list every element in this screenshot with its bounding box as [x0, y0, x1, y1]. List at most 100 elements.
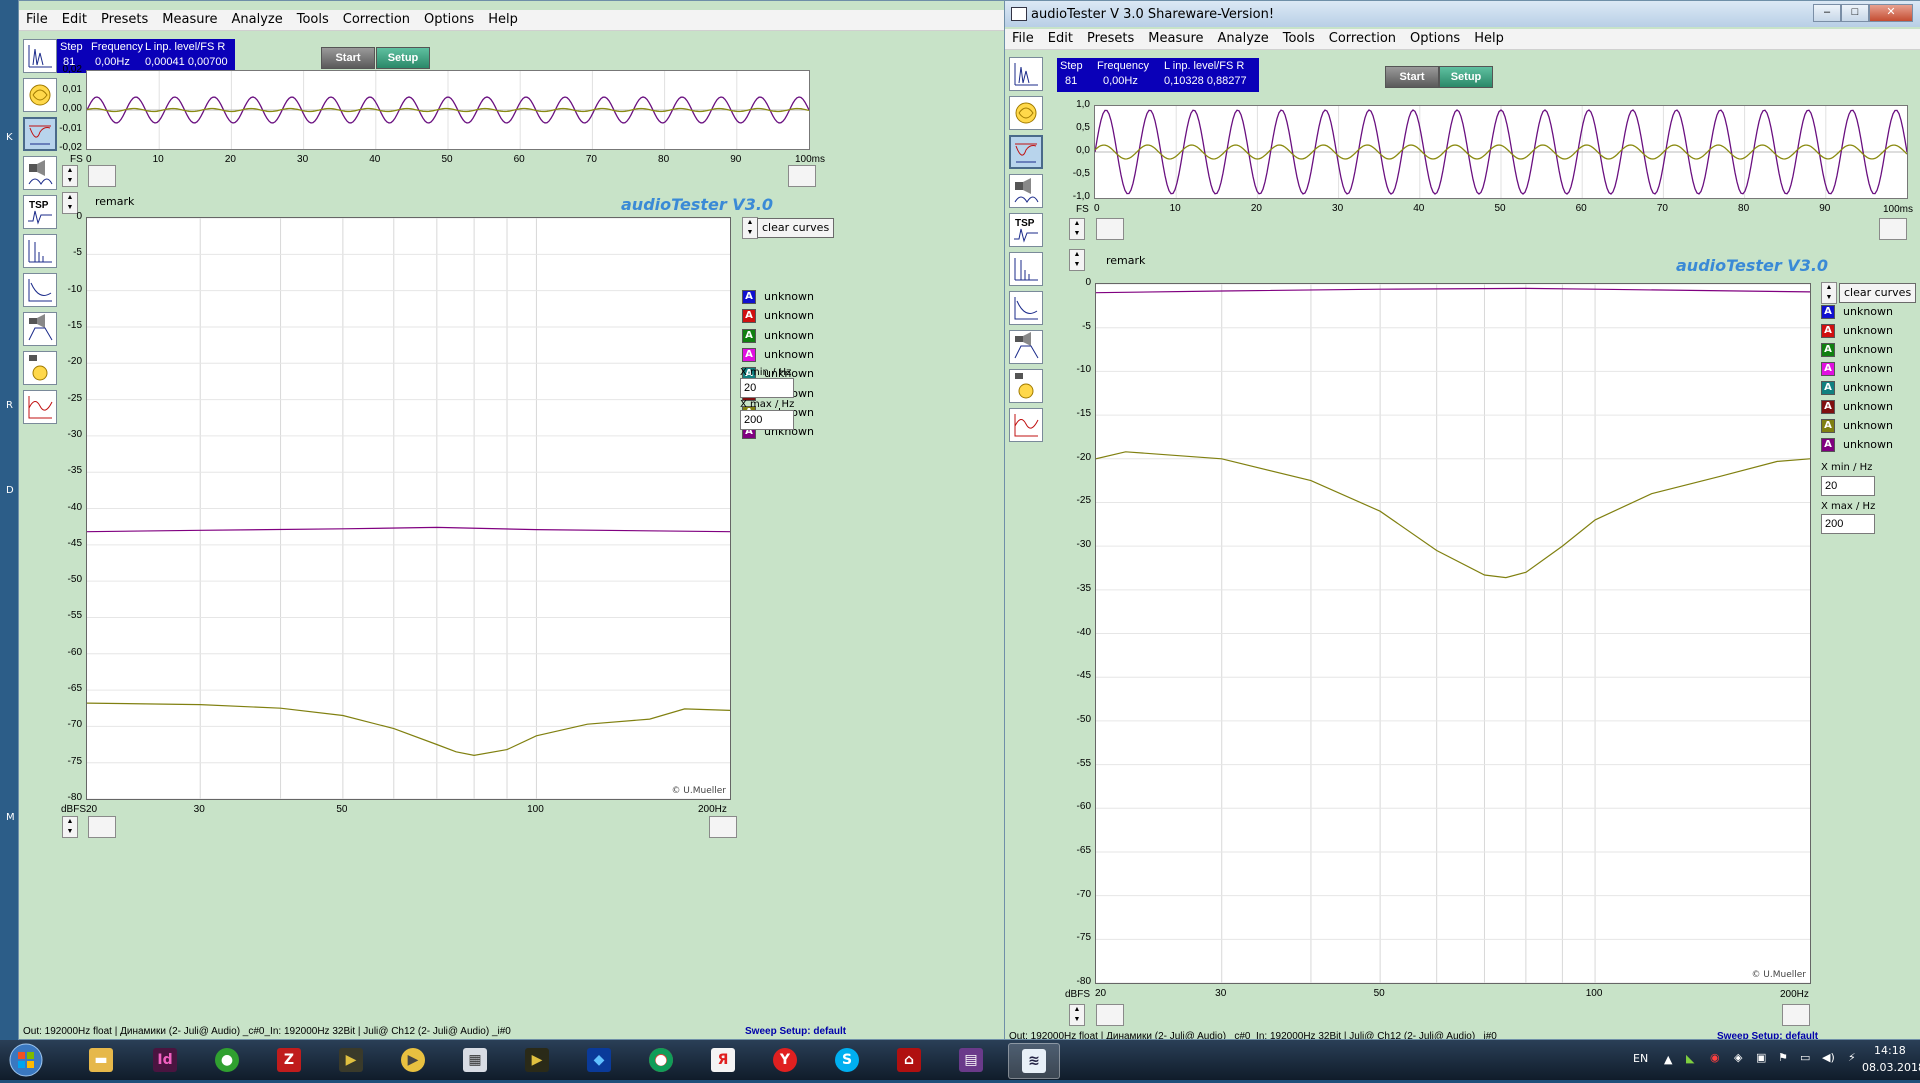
- legend-item[interactable]: Aunknown: [1821, 399, 1911, 415]
- legend-item[interactable]: Aunknown: [1821, 437, 1911, 453]
- plot-scroll-left[interactable]: [1096, 1004, 1124, 1026]
- scope-tool-icon[interactable]: [1009, 57, 1043, 91]
- media-player-taskbar-icon[interactable]: ▶: [388, 1043, 438, 1077]
- legend-item[interactable]: Aunknown: [1821, 304, 1911, 320]
- blue-app-taskbar-icon[interactable]: ◆: [574, 1043, 624, 1077]
- menu-file[interactable]: File: [1005, 29, 1041, 46]
- legend-color-swatch[interactable]: A: [1821, 362, 1835, 376]
- menu-presets[interactable]: Presets: [94, 10, 155, 27]
- legend-item[interactable]: Aunknown: [1821, 418, 1911, 434]
- curve-tool-icon[interactable]: [1009, 291, 1043, 325]
- menu-help[interactable]: Help: [481, 10, 525, 27]
- xy-tool-icon[interactable]: [23, 78, 57, 112]
- plot-zoom-spinner[interactable]: ▲ ▼: [1069, 1004, 1085, 1026]
- legend-item[interactable]: Aunknown: [742, 328, 832, 344]
- scope-scroll-right[interactable]: [788, 165, 816, 187]
- video-editor-taskbar-icon[interactable]: ▶: [326, 1043, 376, 1077]
- menu-analyze[interactable]: Analyze: [225, 10, 290, 27]
- legend-spinner[interactable]: ▲ ▼: [742, 217, 758, 239]
- clock-date[interactable]: 08.03.2018: [1862, 1061, 1920, 1074]
- plot-scroll-left[interactable]: [88, 816, 116, 838]
- legend-color-swatch[interactable]: A: [1821, 324, 1835, 338]
- legend-item[interactable]: Aunknown: [1821, 380, 1911, 396]
- power-tray-icon[interactable]: ⚡: [1848, 1051, 1856, 1064]
- scope-scroll-right[interactable]: [1879, 218, 1907, 240]
- menu-edit[interactable]: Edit: [55, 10, 94, 27]
- yandex-taskbar-icon[interactable]: Я: [698, 1043, 748, 1077]
- legend-color-swatch[interactable]: A: [742, 328, 756, 343]
- menu-correction[interactable]: Correction: [336, 10, 417, 27]
- curve-tool-icon[interactable]: [23, 273, 57, 307]
- explorer-taskbar-icon[interactable]: ▬: [76, 1043, 126, 1077]
- audiotester-taskbar-icon[interactable]: ≋: [1008, 1043, 1060, 1079]
- clear-curves-button[interactable]: clear curves: [1839, 283, 1917, 303]
- scope-scroll-left[interactable]: [1096, 218, 1124, 240]
- legend-color-swatch[interactable]: A: [1821, 343, 1835, 357]
- clock-time[interactable]: 14:18: [1874, 1044, 1906, 1057]
- speaker-filter-tool-icon[interactable]: [23, 312, 57, 346]
- legend-spinner[interactable]: ▲ ▼: [1821, 282, 1837, 304]
- distortion-tool-icon[interactable]: [1009, 408, 1043, 442]
- display-tray-icon[interactable]: ▭: [1800, 1051, 1810, 1064]
- menu-tools[interactable]: Tools: [290, 10, 336, 27]
- speaker-xy-tool-icon[interactable]: [1009, 369, 1043, 403]
- tsp-tool-icon[interactable]: TSP: [23, 195, 57, 229]
- yandex-browser-taskbar-icon[interactable]: Y: [760, 1043, 810, 1077]
- start-button[interactable]: Start: [321, 47, 375, 69]
- close-button[interactable]: ✕: [1869, 4, 1913, 22]
- legend-color-swatch[interactable]: A: [1821, 438, 1835, 452]
- maximize-button[interactable]: □: [1841, 4, 1869, 22]
- setup-button[interactable]: Setup: [1439, 66, 1493, 88]
- menu-tools[interactable]: Tools: [1276, 29, 1322, 46]
- legend-color-swatch[interactable]: A: [1821, 400, 1835, 414]
- start-button[interactable]: Start: [1385, 66, 1439, 88]
- speaker-filter-tool-icon[interactable]: [1009, 330, 1043, 364]
- menu-correction[interactable]: Correction: [1322, 29, 1403, 46]
- speaker-tool-icon[interactable]: [1009, 174, 1043, 208]
- speaker-xy-tool-icon[interactable]: [23, 351, 57, 385]
- usb-tray-icon[interactable]: ◈: [1734, 1051, 1742, 1064]
- menu-help[interactable]: Help: [1467, 29, 1511, 46]
- legend-item[interactable]: Aunknown: [742, 289, 832, 305]
- filezilla-taskbar-icon[interactable]: Z: [264, 1043, 314, 1077]
- calculator-taskbar-icon[interactable]: ▦: [450, 1043, 500, 1077]
- menu-measure[interactable]: Measure: [1141, 29, 1210, 46]
- scope-tool-icon[interactable]: [23, 39, 57, 73]
- menu-edit[interactable]: Edit: [1041, 29, 1080, 46]
- plot-zoom-spinner[interactable]: ▲ ▼: [62, 816, 78, 838]
- x-min-input[interactable]: 20: [740, 378, 794, 398]
- setup-button[interactable]: Setup: [376, 47, 430, 69]
- minimize-button[interactable]: –: [1813, 4, 1841, 22]
- video-app-taskbar-icon[interactable]: ▶: [512, 1043, 562, 1077]
- legend-color-swatch[interactable]: A: [742, 309, 756, 324]
- chrome-taskbar-icon[interactable]: ●: [636, 1043, 686, 1077]
- legend-item[interactable]: Aunknown: [1821, 361, 1911, 377]
- xy-tool-icon[interactable]: [1009, 96, 1043, 130]
- action-center-flag-icon[interactable]: ⚑: [1778, 1051, 1788, 1064]
- legend-item[interactable]: Aunknown: [1821, 342, 1911, 358]
- scope-zoom-spinner[interactable]: ▲ ▼: [1069, 218, 1085, 240]
- x-min-input[interactable]: 20: [1821, 476, 1875, 496]
- speaker-tool-icon[interactable]: [23, 156, 57, 190]
- language-indicator[interactable]: EN: [1633, 1052, 1648, 1065]
- menu-measure[interactable]: Measure: [155, 10, 224, 27]
- x-max-input[interactable]: 200: [740, 410, 794, 430]
- frequency-response-tool-icon[interactable]: [1009, 135, 1043, 169]
- legend-color-swatch[interactable]: A: [1821, 305, 1835, 319]
- impulse-tool-icon[interactable]: [23, 234, 57, 268]
- frequency-response-tool-icon[interactable]: [23, 117, 57, 151]
- menu-file[interactable]: File: [19, 10, 55, 27]
- skype-taskbar-icon[interactable]: S: [822, 1043, 872, 1077]
- legend-color-swatch[interactable]: A: [742, 347, 756, 362]
- menu-analyze[interactable]: Analyze: [1211, 29, 1276, 46]
- legend-item[interactable]: Aunknown: [742, 308, 832, 324]
- scope-zoom-spinner[interactable]: ▲ ▼: [62, 165, 78, 187]
- legend-color-swatch[interactable]: A: [742, 290, 756, 304]
- scope-scroll-left[interactable]: [88, 165, 116, 187]
- legend-color-swatch[interactable]: A: [1821, 381, 1835, 395]
- indesign-taskbar-icon[interactable]: Id: [140, 1043, 190, 1077]
- pdf-reader-taskbar-icon[interactable]: ⌂: [884, 1043, 934, 1077]
- winrar-taskbar-icon[interactable]: ▤: [946, 1043, 996, 1077]
- legend-item[interactable]: Aunknown: [1821, 323, 1911, 339]
- legend-item[interactable]: Aunknown: [742, 347, 832, 363]
